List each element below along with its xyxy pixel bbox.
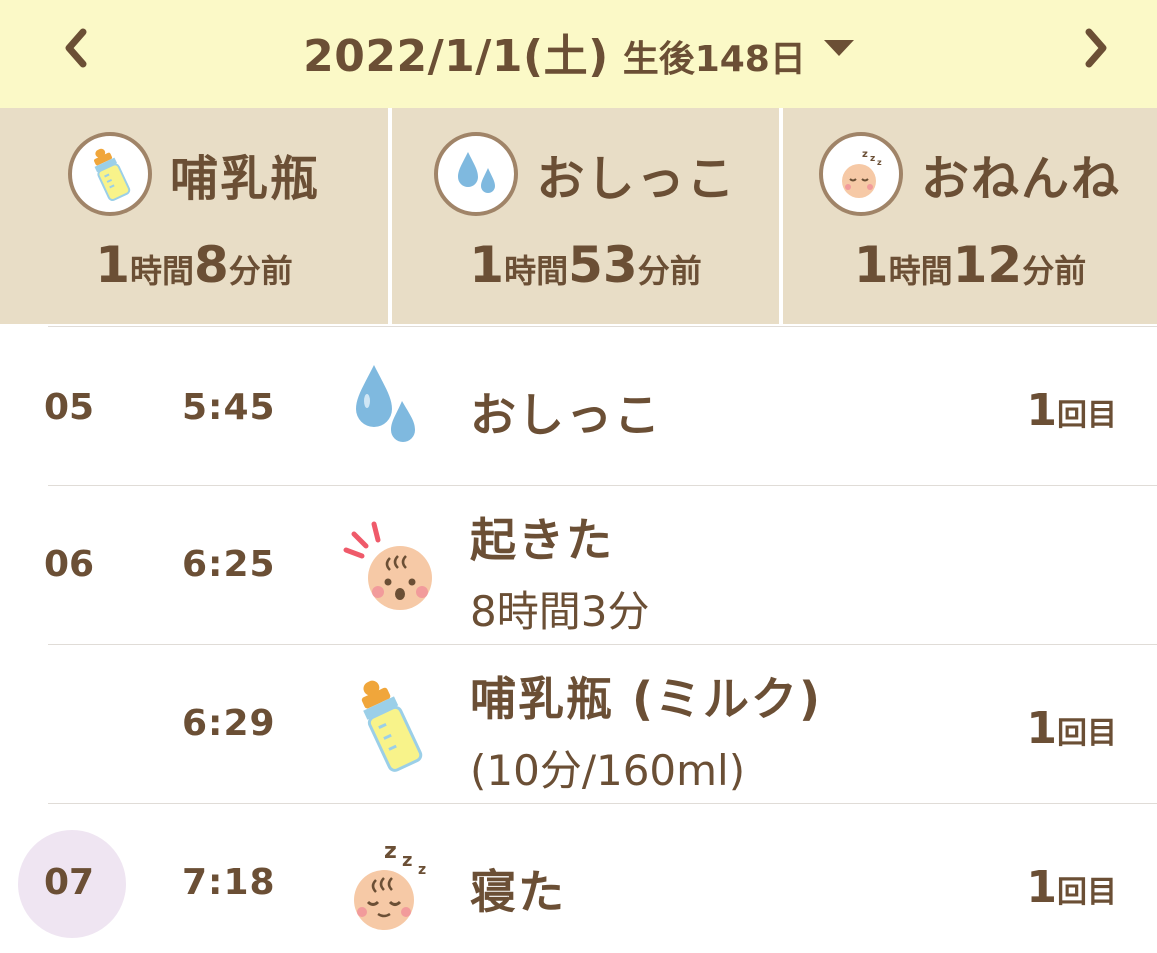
date-header: 2022/1/1(土) 生後148日: [0, 0, 1157, 108]
event-count: 1回目: [1026, 385, 1117, 436]
event-detail: 8時間3分: [470, 587, 650, 636]
event-title: おしっこ: [470, 388, 662, 442]
svg-text:z: z: [402, 850, 412, 871]
event-time: 6:29: [182, 703, 276, 744]
water-drops-icon: [340, 361, 440, 461]
time-since-last: 1時間12分前: [853, 236, 1087, 294]
event-title: 寝た: [470, 865, 566, 919]
summary-panel: 哺乳瓶 1時間8分前 おしっこ 1時間53分前 z z z おねんね 1時間12…: [0, 108, 1157, 326]
hour-label: 05: [44, 387, 95, 428]
caret-down-icon: [823, 40, 854, 56]
sleeping-baby-icon: z z z: [340, 828, 440, 930]
event-count: 1回目: [1026, 703, 1117, 754]
timeline-row[interactable]: 6:29 哺乳瓶 (ミルク) (10分/160ml) 1回目: [48, 644, 1157, 803]
next-day-button[interactable]: [1066, 18, 1126, 78]
event-time: 7:18: [182, 862, 276, 903]
current-date: 2022/1/1(土): [303, 31, 609, 82]
svg-text:z: z: [862, 149, 868, 160]
event-time: 5:45: [182, 387, 276, 428]
summary-card-title: おしっこ: [536, 151, 737, 207]
summary-card-title: 哺乳瓶: [169, 151, 320, 207]
baby-age: 生後148日: [622, 39, 806, 80]
svg-text:z: z: [870, 154, 875, 164]
water-drops-icon: [434, 132, 519, 216]
summary-card-bottle[interactable]: 哺乳瓶 1時間8分前: [0, 108, 388, 324]
time-since-last: 1時間53分前: [469, 236, 702, 294]
summary-card-title: おねんね: [920, 151, 1121, 207]
hour-label: 07: [44, 862, 95, 903]
timeline-row[interactable]: 05 5:45 おしっこ 1回目: [44, 326, 1157, 485]
baby-bottle-icon: [340, 673, 440, 773]
timeline-row[interactable]: 07 7:18 z z z 寝た 1回目: [18, 803, 1157, 953]
baby-bottle-icon: [67, 132, 152, 216]
timeline-row[interactable]: 06 6:25 起きた 8時間3分: [44, 485, 1157, 644]
svg-text:z: z: [384, 839, 397, 864]
svg-text:z: z: [418, 862, 426, 878]
svg-text:z: z: [877, 158, 882, 167]
time-since-last: 1時間8分前: [95, 236, 293, 294]
summary-card-pee[interactable]: おしっこ 1時間53分前: [392, 108, 779, 324]
hour-label: 06: [44, 544, 95, 585]
chevron-right-icon: [1085, 28, 1107, 68]
awake-baby-icon: [340, 516, 440, 616]
summary-card-sleep[interactable]: z z z おねんね 1時間12分前: [783, 108, 1157, 324]
event-time: 6:25: [182, 544, 276, 585]
event-title: 起きた: [470, 513, 614, 567]
date-selector[interactable]: 2022/1/1(土) 生後148日: [0, 20, 1157, 84]
sleeping-baby-icon: z z z: [818, 132, 903, 216]
event-count: 1回目: [1026, 862, 1117, 913]
event-detail: (10分/160ml): [470, 746, 746, 795]
event-title: 哺乳瓶 (ミルク): [470, 672, 823, 726]
